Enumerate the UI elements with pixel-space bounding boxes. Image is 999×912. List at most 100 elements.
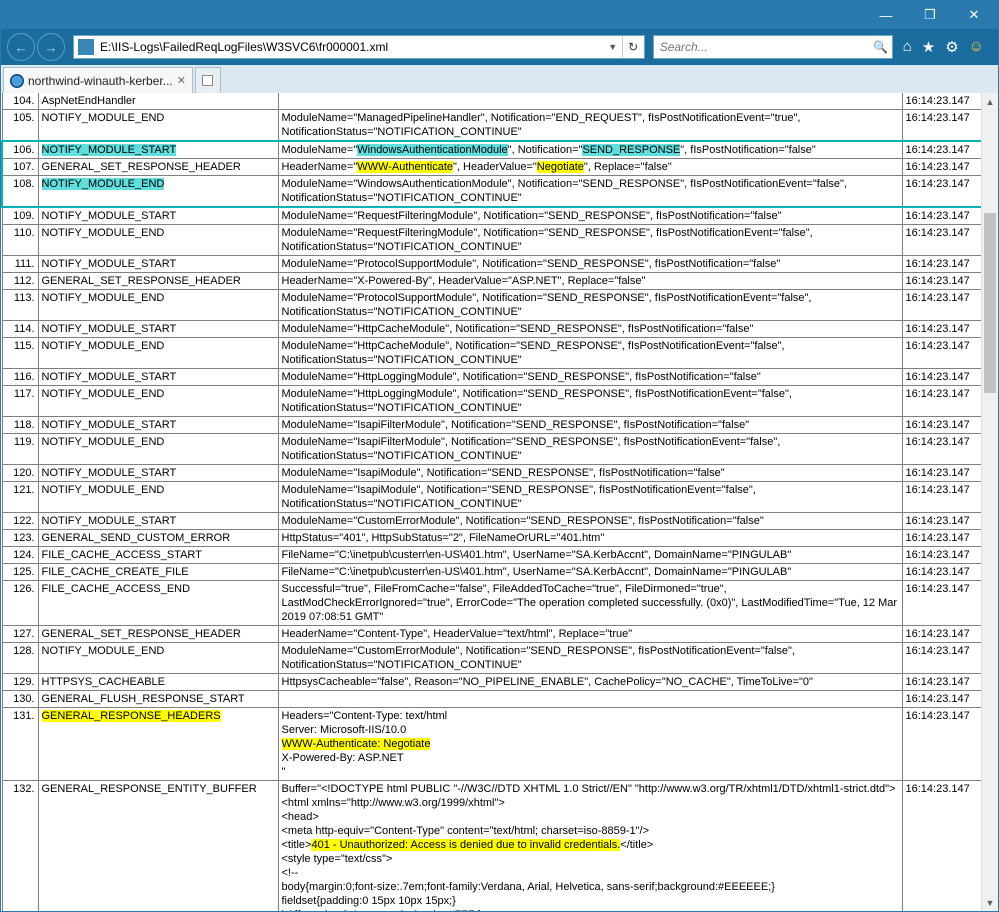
table-row: 118.NOTIFY_MODULE_STARTModuleName="Isapi… bbox=[2, 417, 997, 434]
event-details: ModuleName="WindowsAuthenticationModule"… bbox=[278, 176, 902, 208]
table-row: 124.FILE_CACHE_ACCESS_STARTFileName="C:\… bbox=[2, 547, 997, 564]
address-dropdown-icon[interactable]: ▼ bbox=[604, 42, 622, 52]
event-details: HeaderName="X-Powered-By", HeaderValue="… bbox=[278, 273, 902, 290]
table-row: 119.NOTIFY_MODULE_ENDModuleName="IsapiFi… bbox=[2, 434, 997, 465]
content-area: 104.AspNetEndHandler16:14:23.147105.NOTI… bbox=[1, 93, 998, 911]
row-number: 130. bbox=[2, 691, 38, 708]
settings-gear-icon[interactable]: ⚙ bbox=[945, 38, 958, 56]
event-name: GENERAL_SET_RESPONSE_HEADER bbox=[38, 159, 278, 176]
row-number: 119. bbox=[2, 434, 38, 465]
event-name: GENERAL_SET_RESPONSE_HEADER bbox=[38, 273, 278, 290]
event-details: HeaderName="WWW-Authenticate", HeaderVal… bbox=[278, 159, 902, 176]
search-icon[interactable]: 🔍 bbox=[870, 40, 892, 54]
event-details: Headers="Content-Type: text/htmlServer: … bbox=[278, 708, 902, 781]
tab-close-icon[interactable]: ✕ bbox=[177, 74, 186, 87]
address-bar[interactable]: ▼ ↻ bbox=[73, 35, 645, 59]
address-input[interactable] bbox=[98, 40, 604, 54]
event-name: NOTIFY_MODULE_START bbox=[38, 465, 278, 482]
event-details: ModuleName="HttpLoggingModule", Notifica… bbox=[278, 386, 902, 417]
event-details bbox=[278, 93, 902, 110]
event-name: NOTIFY_MODULE_END bbox=[38, 110, 278, 142]
table-row: 108.NOTIFY_MODULE_ENDModuleName="Windows… bbox=[2, 176, 997, 208]
row-number: 106. bbox=[2, 141, 38, 159]
event-name: FILE_CACHE_ACCESS_START bbox=[38, 547, 278, 564]
event-details: ModuleName="ManagedPipelineHandler", Not… bbox=[278, 110, 902, 142]
row-number: 105. bbox=[2, 110, 38, 142]
row-number: 113. bbox=[2, 290, 38, 321]
row-number: 111. bbox=[2, 256, 38, 273]
event-name: GENERAL_RESPONSE_HEADERS bbox=[38, 708, 278, 781]
event-name: NOTIFY_MODULE_END bbox=[38, 643, 278, 674]
row-number: 115. bbox=[2, 338, 38, 369]
minimize-button[interactable]: — bbox=[864, 1, 908, 29]
table-row: 127.GENERAL_SET_RESPONSE_HEADERHeaderNam… bbox=[2, 626, 997, 643]
row-number: 104. bbox=[2, 93, 38, 110]
search-input[interactable] bbox=[654, 40, 870, 54]
new-tab-button[interactable] bbox=[195, 67, 221, 93]
table-row: 117.NOTIFY_MODULE_ENDModuleName="HttpLog… bbox=[2, 386, 997, 417]
row-number: 120. bbox=[2, 465, 38, 482]
scroll-up-icon[interactable]: ▲ bbox=[982, 93, 998, 110]
ie-favicon-icon bbox=[10, 74, 24, 88]
log-table: 104.AspNetEndHandler16:14:23.147105.NOTI… bbox=[1, 93, 998, 911]
vertical-scrollbar[interactable]: ▲ ▼ bbox=[981, 93, 998, 911]
row-number: 108. bbox=[2, 176, 38, 208]
event-details: Buffer="<!DOCTYPE html PUBLIC "-//W3C//D… bbox=[278, 781, 902, 912]
event-details: ModuleName="IsapiModule", Notification="… bbox=[278, 465, 902, 482]
table-row: 112.GENERAL_SET_RESPONSE_HEADERHeaderNam… bbox=[2, 273, 997, 290]
table-row: 130.GENERAL_FLUSH_RESPONSE_START16:14:23… bbox=[2, 691, 997, 708]
row-number: 131. bbox=[2, 708, 38, 781]
table-row: 110.NOTIFY_MODULE_ENDModuleName="Request… bbox=[2, 225, 997, 256]
event-name: NOTIFY_MODULE_END bbox=[38, 482, 278, 513]
maximize-button[interactable]: ❐ bbox=[908, 1, 952, 29]
event-name: NOTIFY_MODULE_START bbox=[38, 256, 278, 273]
table-row: 129.HTTPSYS_CACHEABLEHttpsysCacheable="f… bbox=[2, 674, 997, 691]
close-button[interactable]: ✕ bbox=[952, 1, 996, 29]
event-details: ModuleName="IsapiFilterModule", Notifica… bbox=[278, 434, 902, 465]
table-row: 132.GENERAL_RESPONSE_ENTITY_BUFFERBuffer… bbox=[2, 781, 997, 912]
tab-title: northwind-winauth-kerber... bbox=[28, 74, 173, 88]
scroll-thumb[interactable] bbox=[984, 213, 996, 393]
event-details: HttpStatus="401", HttpSubStatus="2", Fil… bbox=[278, 530, 902, 547]
table-row: 121.NOTIFY_MODULE_ENDModuleName="IsapiMo… bbox=[2, 482, 997, 513]
row-number: 122. bbox=[2, 513, 38, 530]
table-row: 131.GENERAL_RESPONSE_HEADERSHeaders="Con… bbox=[2, 708, 997, 781]
event-details: ModuleName="CustomErrorModule", Notifica… bbox=[278, 513, 902, 530]
table-row: 128.NOTIFY_MODULE_ENDModuleName="CustomE… bbox=[2, 643, 997, 674]
window-titlebar: — ❐ ✕ bbox=[1, 1, 998, 29]
forward-button[interactable]: → bbox=[37, 33, 65, 61]
row-number: 118. bbox=[2, 417, 38, 434]
tab-bar: northwind-winauth-kerber... ✕ bbox=[1, 65, 998, 93]
search-box[interactable]: 🔍 bbox=[653, 35, 893, 59]
row-number: 132. bbox=[2, 781, 38, 912]
table-row: 105.NOTIFY_MODULE_ENDModuleName="Managed… bbox=[2, 110, 997, 142]
event-name: NOTIFY_MODULE_END bbox=[38, 386, 278, 417]
table-row: 125.FILE_CACHE_CREATE_FILEFileName="C:\i… bbox=[2, 564, 997, 581]
row-number: 127. bbox=[2, 626, 38, 643]
event-details: ModuleName="IsapiModule", Notification="… bbox=[278, 482, 902, 513]
browser-tab[interactable]: northwind-winauth-kerber... ✕ bbox=[3, 67, 193, 93]
nav-toolbar: ← → ▼ ↻ 🔍 ⌂ ★ ⚙ ☺ bbox=[1, 29, 998, 65]
event-name: NOTIFY_MODULE_START bbox=[38, 369, 278, 386]
row-number: 117. bbox=[2, 386, 38, 417]
event-details: ModuleName="HttpCacheModule", Notificati… bbox=[278, 338, 902, 369]
scroll-down-icon[interactable]: ▼ bbox=[982, 894, 998, 911]
row-number: 110. bbox=[2, 225, 38, 256]
event-name: HTTPSYS_CACHEABLE bbox=[38, 674, 278, 691]
row-number: 128. bbox=[2, 643, 38, 674]
feedback-smile-icon[interactable]: ☺ bbox=[969, 38, 984, 56]
table-row: 116.NOTIFY_MODULE_STARTModuleName="HttpL… bbox=[2, 369, 997, 386]
event-name: GENERAL_FLUSH_RESPONSE_START bbox=[38, 691, 278, 708]
favorites-icon[interactable]: ★ bbox=[922, 38, 935, 56]
row-number: 121. bbox=[2, 482, 38, 513]
table-row: 107.GENERAL_SET_RESPONSE_HEADERHeaderNam… bbox=[2, 159, 997, 176]
row-number: 107. bbox=[2, 159, 38, 176]
back-button[interactable]: ← bbox=[7, 33, 35, 61]
event-details: ModuleName="WindowsAuthenticationModule"… bbox=[278, 141, 902, 159]
page-icon bbox=[78, 39, 94, 55]
event-details: Successful="true", FileFromCache="false"… bbox=[278, 581, 902, 626]
table-row: 123.GENERAL_SEND_CUSTOM_ERRORHttpStatus=… bbox=[2, 530, 997, 547]
refresh-button[interactable]: ↻ bbox=[622, 36, 644, 58]
event-details: ModuleName="ProtocolSupportModule", Noti… bbox=[278, 290, 902, 321]
home-icon[interactable]: ⌂ bbox=[903, 38, 912, 56]
